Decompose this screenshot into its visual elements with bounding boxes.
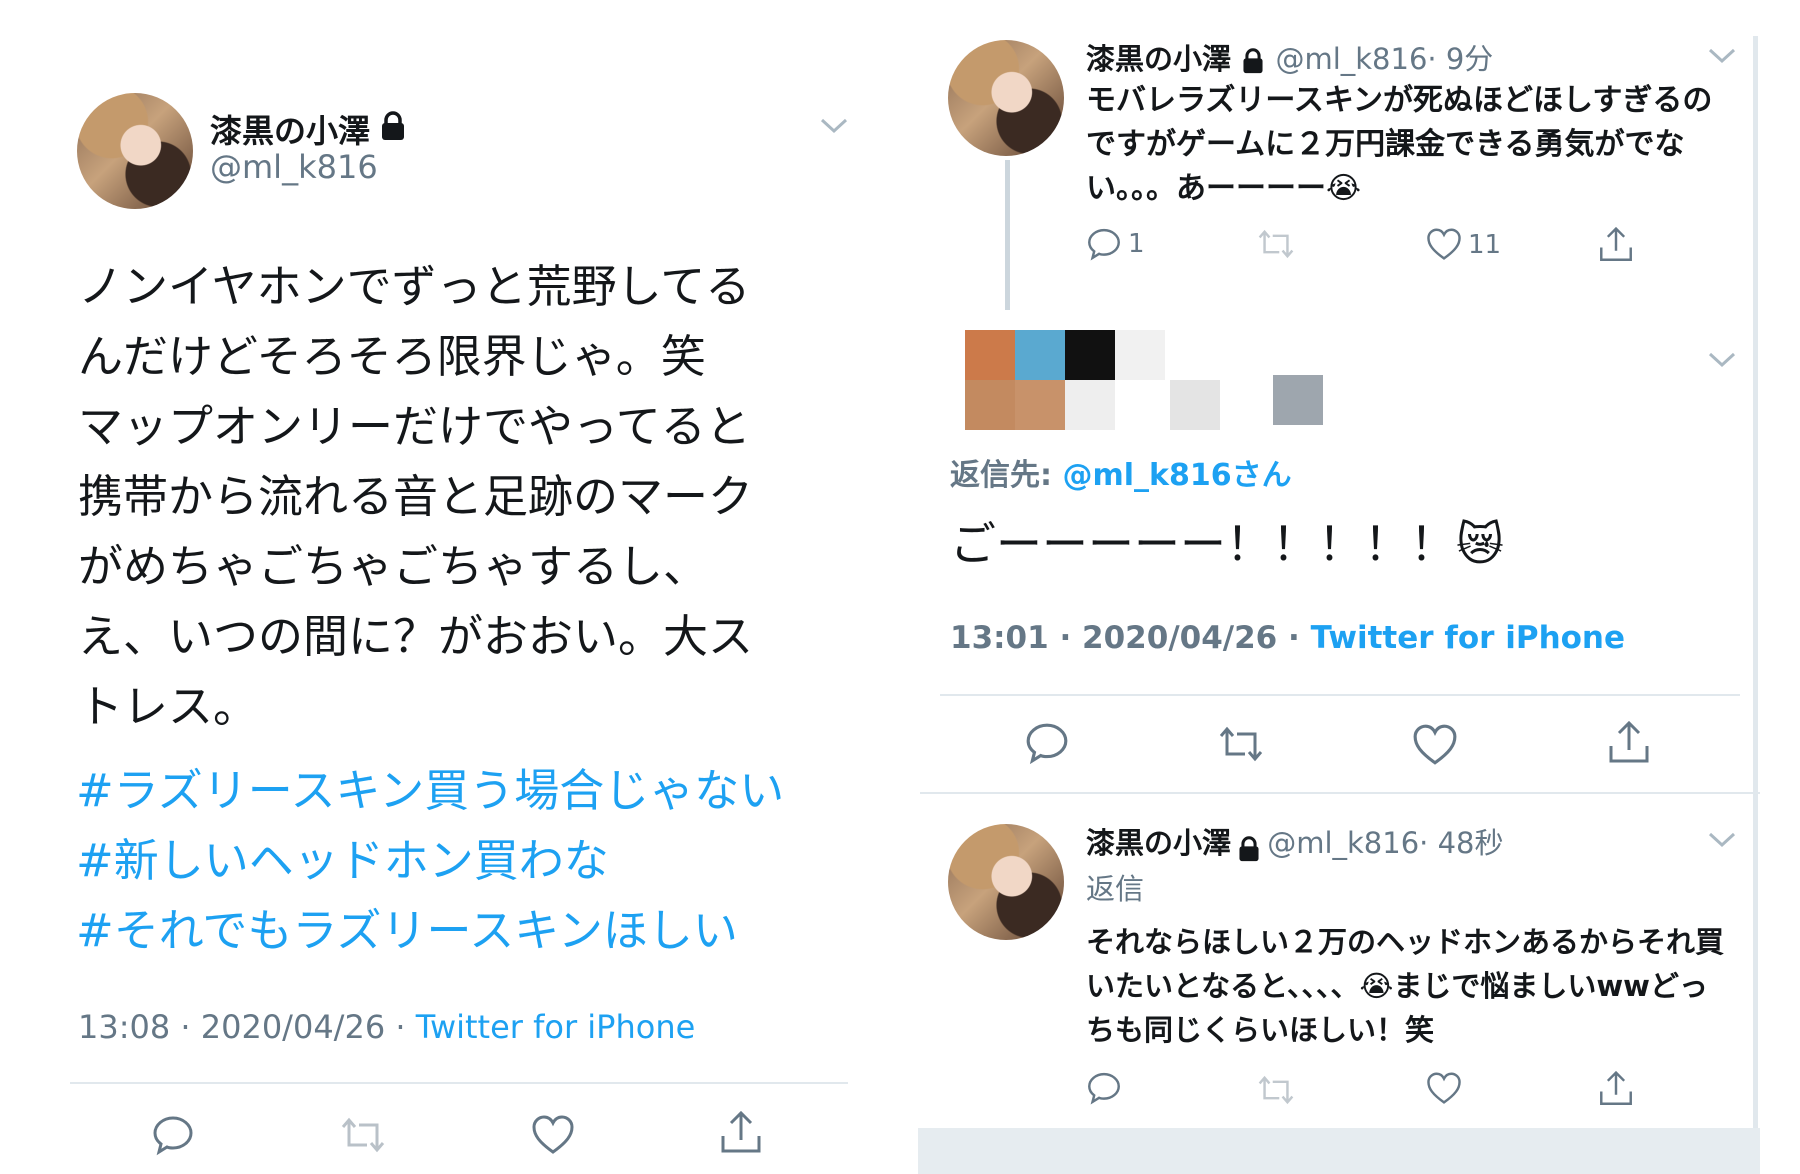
bottom-gray-bar: [918, 1128, 1760, 1174]
chevron-down-icon[interactable]: [1708, 832, 1736, 848]
like-count: 11: [1468, 229, 1502, 260]
author-name[interactable]: 漆黒の小澤: [1086, 826, 1231, 860]
hashtag-link[interactable]: #それでもラズリースキンほしい: [76, 896, 784, 966]
source-link[interactable]: Twitter for iPhone: [1311, 620, 1625, 656]
divider: [920, 792, 1760, 794]
chevron-down-icon[interactable]: [1708, 48, 1736, 64]
retweet-icon[interactable]: [1216, 722, 1266, 766]
tweet-timestamp: 13:08 · 2020/04/26 · Twitter for iPhone: [78, 1008, 695, 1046]
chevron-down-icon[interactable]: [820, 118, 848, 134]
tweet-age: · 48秒: [1419, 826, 1504, 860]
author-name[interactable]: 漆黒の小澤: [210, 106, 370, 152]
timestamp-text: 13:01 · 2020/04/26 ·: [950, 620, 1311, 656]
tweet-body: それならほしい２万のヘッドホンあるからそれ買いたいとなると、、、、😭まじで悩まし…: [1086, 925, 1725, 1047]
body-line: んだけどそろそろ限界じゃ。笑: [78, 330, 706, 383]
tweet-header: 漆黒の小澤 @ml_k816· 48秒: [1086, 820, 1504, 863]
retweet-icon: [1256, 1072, 1296, 1108]
reply-icon[interactable]: 1: [1086, 226, 1145, 262]
reply-prefix: 返信先:: [950, 458, 1063, 493]
reply-icon[interactable]: [1024, 720, 1070, 766]
body-line: トレス。: [78, 680, 259, 733]
avatar[interactable]: [77, 93, 193, 209]
divider: [940, 694, 1740, 696]
share-icon[interactable]: [1606, 720, 1652, 766]
share-icon[interactable]: [1598, 226, 1634, 264]
tweet-body: ごーーーーー！！！！！😿: [950, 517, 1504, 571]
body-line: マップオンリーだけでやってると: [78, 400, 751, 453]
reply-icon[interactable]: [1086, 1070, 1122, 1106]
like-icon[interactable]: [528, 1110, 578, 1160]
hashtag-link[interactable]: #新しいヘッドホン買わな: [76, 826, 784, 896]
reply-count: 1: [1128, 229, 1145, 259]
retweet-icon: [1256, 226, 1296, 262]
hashtag-link[interactable]: #ラズリースキン買う場合じゃない: [76, 756, 784, 826]
timestamp-text: 13:08 · 2020/04/26 ·: [78, 1008, 416, 1046]
tweet-body: ノンイヤホンでずっと荒野してる んだけどそろそろ限界じゃ。笑 マップオンリーだけ…: [78, 252, 838, 742]
tweet-age: · 9分: [1427, 42, 1494, 76]
body-line: 携帯から流れる音と足跡のマーク: [78, 470, 754, 523]
divider: [70, 1082, 848, 1084]
source-link[interactable]: Twitter for iPhone: [416, 1008, 696, 1046]
body-line: え、いつの間に？がおおい。大ス: [78, 610, 754, 663]
reply-prefix: 返信: [1086, 872, 1145, 906]
like-icon[interactable]: [1412, 724, 1458, 766]
reply-to-line: 返信先: @ml_k816さん: [950, 450, 1292, 494]
lock-icon: [378, 110, 408, 142]
reply-icon[interactable]: [148, 1110, 198, 1160]
lock-icon: [1240, 47, 1266, 75]
avatar[interactable]: [948, 40, 1064, 156]
pixelated-author: [965, 330, 1325, 430]
body-line: がめちゃごちゃごちゃするし、: [78, 540, 709, 593]
chevron-down-icon[interactable]: [1708, 352, 1736, 368]
author-name[interactable]: 漆黒の小澤: [1086, 42, 1231, 76]
tweet-header: 漆黒の小澤 @ml_k816· 9分: [1086, 36, 1493, 78]
body-line: ノンイヤホンでずっと荒野してる: [78, 260, 751, 313]
retweet-icon: [338, 1110, 388, 1160]
author-handle[interactable]: @ml_k816: [1275, 42, 1427, 76]
like-icon[interactable]: 11: [1426, 228, 1501, 261]
hashtags: #ラズリースキン買う場合じゃない #新しいヘッドホン買わな #それでもラズリース…: [76, 756, 784, 966]
share-icon[interactable]: [716, 1108, 766, 1158]
author-handle[interactable]: @ml_k816: [1267, 826, 1419, 860]
scrollbar-track[interactable]: [1753, 36, 1758, 1174]
share-icon[interactable]: [1598, 1070, 1634, 1108]
tweet-body: モバレラズリースキンが死ぬほどほしすぎるのですがゲームに２万円課金できる勇気がで…: [1086, 83, 1713, 206]
thread-line: [1005, 160, 1010, 310]
tweet-timestamp: 13:01 · 2020/04/26 · Twitter for iPhone: [950, 620, 1625, 656]
lock-icon: [1236, 835, 1262, 863]
like-icon[interactable]: [1426, 1072, 1462, 1105]
reply-to-link[interactable]: @ml_k816さん: [1062, 458, 1291, 493]
avatar[interactable]: [948, 824, 1064, 940]
author-handle[interactable]: @ml_k816: [210, 148, 378, 186]
